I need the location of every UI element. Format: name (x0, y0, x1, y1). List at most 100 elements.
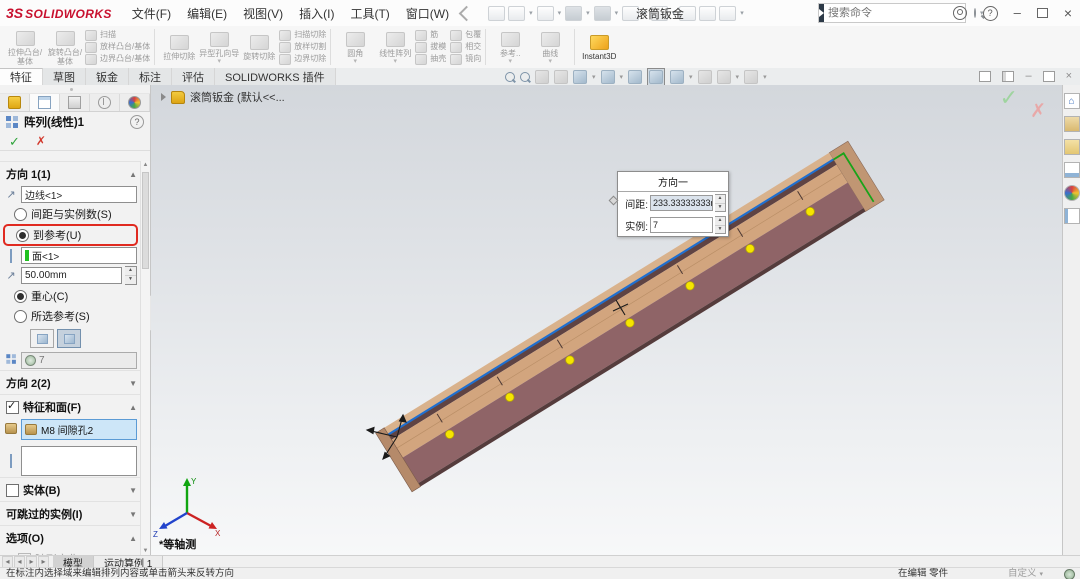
boundary-boss-button[interactable]: 边界凸台/基体 (85, 54, 150, 65)
pin-icon[interactable] (459, 5, 475, 21)
rebuild-icon[interactable] (699, 6, 716, 21)
custom-dropdown[interactable]: 自定义▾ (1008, 568, 1043, 579)
pane-restore-icon[interactable] (1043, 71, 1055, 82)
tab-display-manager[interactable] (120, 94, 150, 111)
section-options[interactable]: 选项(O)▲ (0, 525, 141, 549)
menu-item[interactable]: 工具(T) (342, 5, 397, 22)
user-account-icon[interactable] (953, 6, 967, 20)
design-library-icon[interactable] (1064, 116, 1080, 132)
sweep-cut-button[interactable]: 扫描切除 (279, 30, 326, 41)
boundary-cut-button[interactable]: 边界切除 (279, 54, 326, 65)
cancel-button[interactable]: ✗ (36, 135, 46, 147)
faces-to-pattern-list[interactable] (21, 446, 137, 476)
graphics-viewport[interactable]: Y X Z 滚筒钣金 (默认<<... 方向一 间距: 233.33333333… (151, 85, 1062, 556)
command-tab[interactable]: 特征 (0, 68, 43, 85)
command-tab[interactable]: 评估 (172, 68, 215, 85)
revolve-cut-button[interactable]: 旋转切除 (239, 32, 279, 62)
file-explorer-icon[interactable] (1064, 139, 1080, 155)
3d-model[interactable]: Y X Z (151, 85, 1062, 556)
command-tab[interactable]: 钣金 (86, 68, 129, 85)
extrude-boss-button[interactable]: 拉伸凸台/基体 (5, 28, 45, 67)
section-direction2[interactable]: 方向 2(2)▼ (0, 370, 141, 394)
radio-icon[interactable] (14, 208, 27, 221)
command-tab[interactable]: 草图 (43, 68, 86, 85)
scroll-thumb[interactable] (142, 172, 149, 269)
radio-selected-icon[interactable] (16, 229, 29, 242)
direction1-edge-field[interactable]: 边线<1> (21, 186, 137, 203)
panel-splitter-handle[interactable] (0, 85, 150, 94)
units-globe-icon[interactable] (1064, 569, 1075, 579)
mirror-button[interactable]: 镜向 (450, 54, 481, 65)
checkbox-checked-icon[interactable] (6, 401, 19, 414)
options-gear-icon[interactable] (719, 6, 736, 21)
menu-item[interactable]: 文件(F) (124, 5, 179, 22)
ok-button[interactable]: ✓ (9, 135, 20, 148)
split-viewport-icon[interactable] (1002, 71, 1014, 82)
appearances-icon[interactable] (1064, 185, 1080, 201)
tab-feature-manager[interactable] (0, 94, 30, 111)
rib-button[interactable]: 筋 (415, 30, 446, 41)
zoom-to-area-icon[interactable] (520, 72, 530, 82)
curves-button[interactable]: 曲线▾ (530, 29, 570, 65)
hide-show-items-icon[interactable] (628, 70, 642, 84)
instances-spinner[interactable]: ▲▼ (715, 216, 726, 234)
feature-help-icon[interactable]: ? (130, 115, 144, 129)
pane-close-icon[interactable]: × (1066, 70, 1072, 82)
loft-button[interactable]: 放样凸台/基体 (85, 42, 150, 53)
home-icon[interactable] (488, 6, 505, 21)
radio-icon[interactable] (14, 310, 27, 323)
view-orientation-icon[interactable] (573, 70, 587, 84)
loft-cut-button[interactable]: 放样切割 (279, 42, 326, 53)
monitor-view-icon[interactable] (744, 70, 758, 84)
option-up-to-reference[interactable]: 到参考(U) (5, 226, 136, 244)
previous-view-icon[interactable] (535, 70, 549, 84)
shell-button[interactable]: 抽壳 (415, 54, 446, 65)
wrap-button[interactable]: 包覆 (450, 30, 481, 41)
new-document-icon[interactable] (508, 6, 525, 21)
part-top-flange[interactable] (384, 153, 833, 435)
isometric-view-selected[interactable] (647, 68, 665, 86)
option-centroid[interactable]: 重心(C) (0, 286, 141, 306)
tab-dimxpert-manager[interactable] (90, 94, 120, 111)
restore-button[interactable] (1037, 8, 1048, 18)
appearance-icon[interactable] (698, 70, 712, 84)
panel-scrollbar[interactable]: ▲ ▼ (140, 161, 150, 556)
checkbox-icon[interactable] (6, 484, 19, 497)
undo-icon[interactable] (622, 6, 639, 21)
features-to-pattern-list[interactable]: M8 间隙孔2 (21, 419, 137, 440)
zoom-to-fit-icon[interactable] (505, 72, 515, 82)
pane-minimize-icon[interactable]: – (1025, 70, 1031, 82)
extrude-cut-button[interactable]: 拉伸切除 (159, 32, 199, 62)
tab-configuration-manager[interactable] (60, 94, 90, 111)
help-icon[interactable]: ? (983, 6, 998, 21)
confirmation-corner-cancel-icon[interactable]: ✗ (1030, 100, 1046, 123)
radio-selected-icon[interactable] (14, 290, 27, 303)
offset-centroid-toggle[interactable] (30, 329, 54, 348)
reference-face-field[interactable]: 面<1> (21, 247, 137, 264)
open-icon[interactable] (537, 6, 554, 21)
draft-button[interactable]: 拔模 (415, 42, 446, 53)
intersect-button[interactable]: 相交 (450, 42, 481, 53)
option-selected-reference[interactable]: 所选参考(S) (0, 306, 141, 326)
menu-item[interactable]: 窗口(W) (398, 5, 457, 22)
display-style-icon[interactable] (601, 70, 615, 84)
single-viewport-icon[interactable] (979, 71, 991, 82)
close-button[interactable]: × (1064, 7, 1072, 19)
section-instances-to-skip[interactable]: 可跳过的实例(I)▼ (0, 501, 141, 525)
print-icon[interactable] (594, 6, 611, 21)
reference-geometry-button[interactable]: 参考..▾ (490, 29, 530, 65)
attach-icon[interactable] (679, 6, 696, 21)
instant3d-button[interactable]: Instant3D (579, 32, 619, 62)
expand-arrow-icon[interactable] (161, 93, 166, 101)
fillet-button[interactable]: 圆角▾ (335, 29, 375, 65)
pattern-callout[interactable]: 方向一 间距: 233.33333333mm ▲▼ 实例: 7 ▲▼ (617, 171, 729, 237)
spacing-input[interactable]: 233.33333333mm (650, 195, 713, 211)
section-view-icon[interactable] (554, 70, 568, 84)
menu-item[interactable]: 插入(I) (291, 5, 342, 22)
minimize-button[interactable]: – (1014, 8, 1021, 18)
command-tab[interactable]: 标注 (129, 68, 172, 85)
scene-icon[interactable] (717, 70, 731, 84)
instances-input[interactable]: 7 (650, 217, 713, 233)
linear-pattern-button[interactable]: 线性阵列▾ (375, 29, 415, 65)
view-palette-icon[interactable] (1064, 162, 1080, 178)
